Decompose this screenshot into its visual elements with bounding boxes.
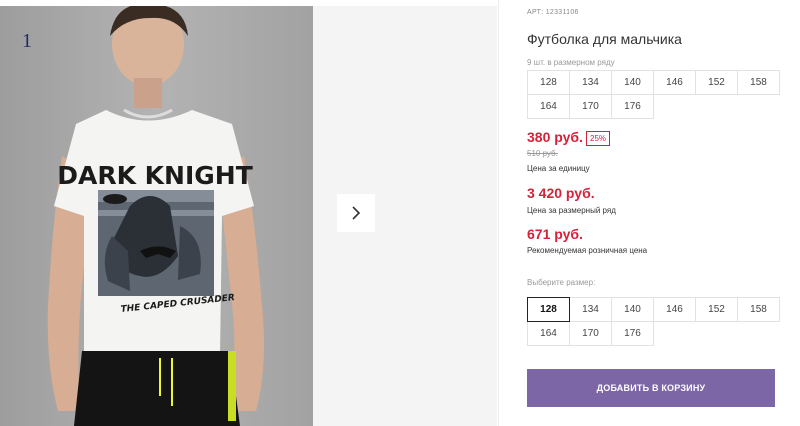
size-row-cell: 158	[737, 70, 780, 95]
print-headline: DARK KNIGHT	[57, 161, 253, 190]
add-to-cart-button[interactable]: ДОБАВИТЬ В КОРЗИНУ	[527, 369, 775, 407]
size-row-grid: 128 134 140 146 152 158 164 170 176	[527, 70, 780, 119]
size-row-cell: 170	[569, 94, 612, 119]
size-row-cell: 176	[611, 94, 654, 119]
size-row-note: 9 шт. в размерном ряду	[527, 58, 615, 67]
product-photo: DARK KNIGHT THE CAPED CRUSADER 1	[0, 6, 313, 426]
panel-divider	[498, 0, 499, 426]
slide-number: 1	[22, 30, 32, 52]
size-option[interactable]: 146	[653, 297, 696, 322]
row-price: 3 420 руб.	[527, 185, 595, 201]
retail-price: 671 руб.	[527, 226, 583, 242]
size-option[interactable]: 170	[569, 321, 612, 346]
size-option[interactable]: 152	[695, 297, 738, 322]
unit-price: 380 руб.	[527, 129, 583, 145]
size-option[interactable]: 164	[527, 321, 570, 346]
size-row-cell: 140	[611, 70, 654, 95]
size-option[interactable]: 134	[569, 297, 612, 322]
unit-price-label: Цена за единицу	[527, 164, 590, 173]
size-row-cell: 128	[527, 70, 570, 95]
size-option[interactable]: 176	[611, 321, 654, 346]
size-selector: 128 134 140 146 152 158 164 170 176	[527, 297, 780, 346]
size-option[interactable]: 128	[527, 297, 570, 322]
old-price: 510 руб.	[527, 149, 558, 158]
choose-size-label: Выберите размер:	[527, 278, 596, 287]
product-title: Футболка для мальчика	[527, 31, 682, 47]
boy-tshirt-illustration: DARK KNIGHT THE CAPED CRUSADER	[0, 6, 313, 426]
size-option[interactable]: 158	[737, 297, 780, 322]
discount-badge: 25%	[586, 131, 611, 146]
chevron-right-icon	[352, 206, 361, 220]
size-row-cell: 146	[653, 70, 696, 95]
row-price-label: Цена за размерный ряд	[527, 206, 616, 215]
retail-price-label: Рекомендуемая розничная цена	[527, 246, 648, 255]
size-row-cell: 152	[695, 70, 738, 95]
article-number: АРТ: 12331106	[527, 9, 579, 16]
next-image-button[interactable]	[337, 194, 375, 232]
size-row-cell: 164	[527, 94, 570, 119]
size-row-cell: 134	[569, 70, 612, 95]
size-option[interactable]: 140	[611, 297, 654, 322]
